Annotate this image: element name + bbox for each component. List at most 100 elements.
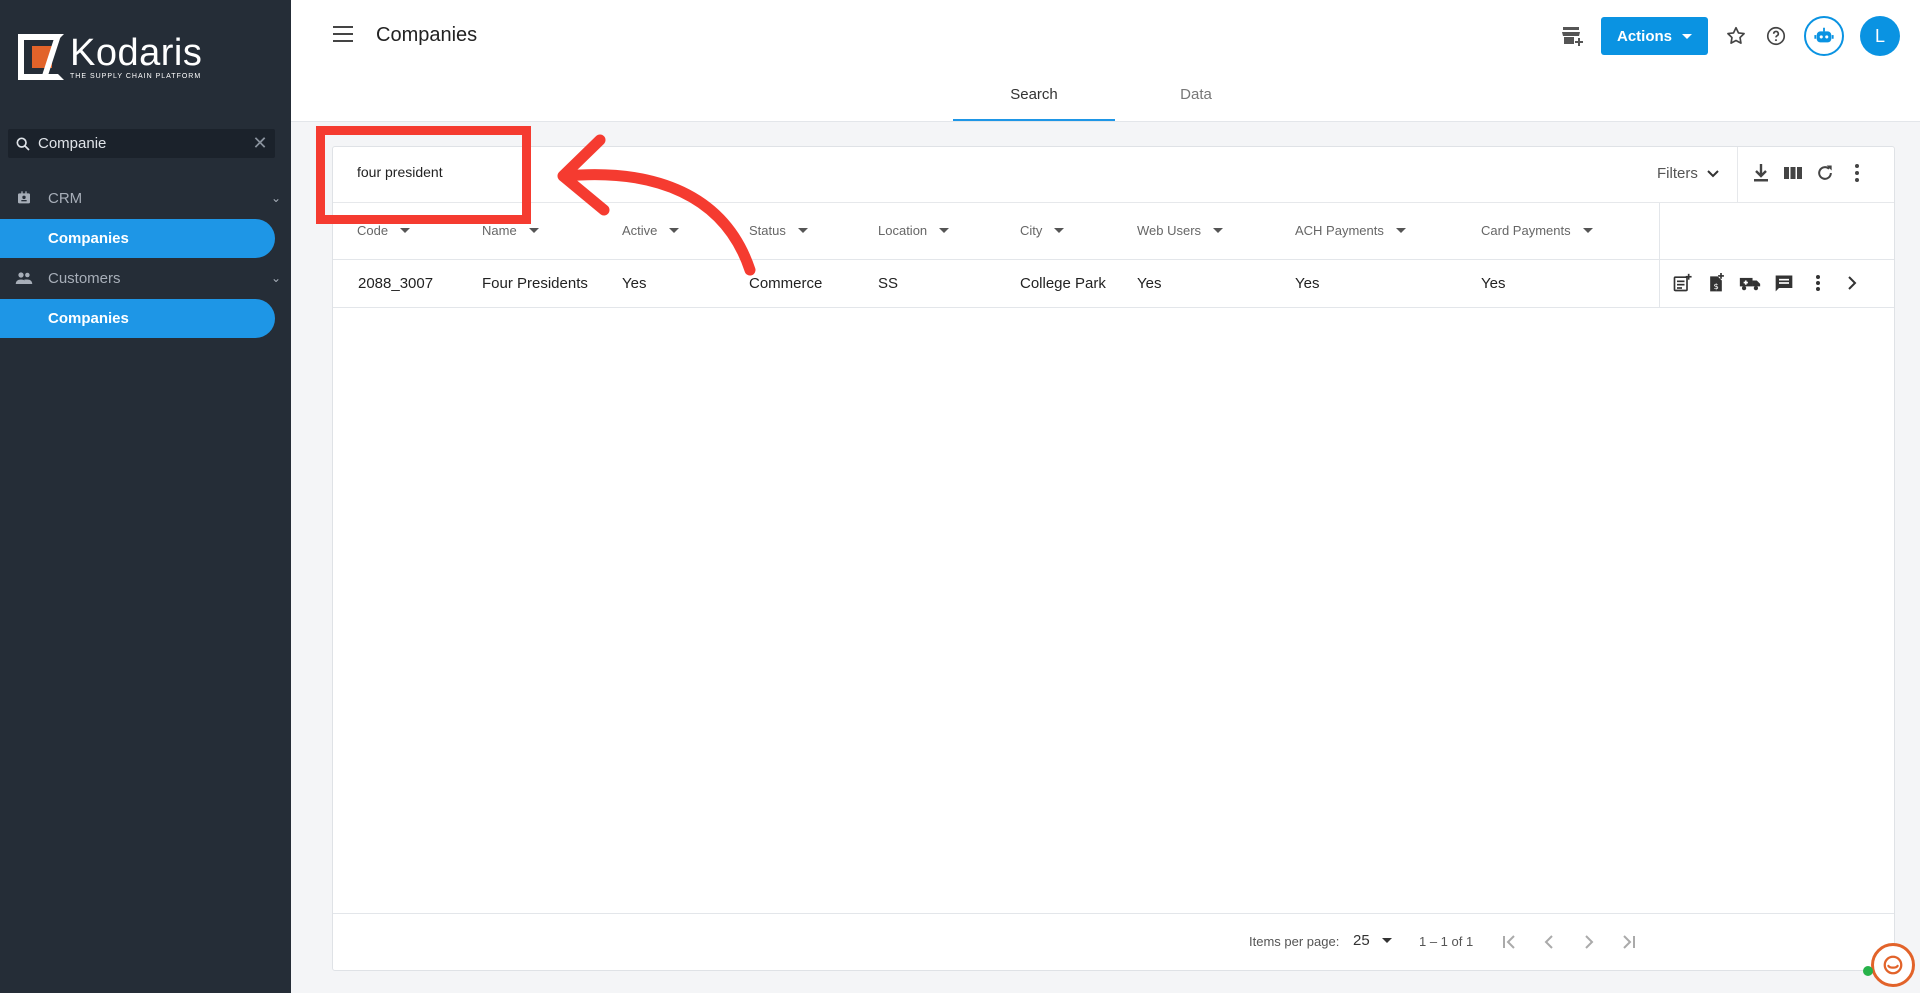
chat-support-icon[interactable] [1871, 943, 1915, 987]
sort-caret-icon [939, 228, 950, 233]
items-per-page-select[interactable]: 25 [1353, 932, 1392, 949]
comment-icon[interactable] [1773, 272, 1795, 294]
clear-search-icon[interactable]: ✕ [245, 133, 275, 154]
column-header-code[interactable]: Code [357, 223, 411, 238]
sort-caret-icon [797, 228, 808, 233]
help-icon[interactable] [1764, 24, 1788, 48]
column-label: Code [357, 223, 389, 238]
column-label: Status [749, 223, 786, 238]
chevron-down-icon: ⌄ [270, 271, 282, 285]
top-bar: Companies Actions L [291, 0, 1920, 72]
column-header-web-users[interactable]: Web Users [1137, 223, 1224, 238]
column-label: Card Payments [1481, 223, 1571, 238]
chevron-right-icon[interactable] [1841, 272, 1863, 294]
last-page-icon[interactable] [1617, 930, 1641, 954]
shipping-truck-icon[interactable] [1739, 272, 1761, 294]
billing-document-icon[interactable]: $ [1705, 272, 1727, 294]
sidebar-group-label: CRM [48, 189, 83, 207]
cell-location: SS [878, 275, 899, 292]
hamburger-menu-icon[interactable] [333, 26, 353, 42]
items-per-page-label: Items per page: [1249, 934, 1340, 949]
people-icon [0, 270, 48, 286]
tab-search[interactable]: Search [953, 72, 1115, 121]
caret-down-icon [1682, 33, 1692, 39]
search-row: Filters [333, 147, 1894, 203]
logo-tagline: THE SUPPLY CHAIN PLATFORM [70, 72, 202, 80]
sidebar-group-label: Customers [48, 269, 121, 287]
refresh-icon[interactable] [1815, 163, 1835, 183]
kodaris-logo[interactable]: Kodaris THE SUPPLY CHAIN PLATFORM [18, 34, 202, 80]
column-header-card-payments[interactable]: Card Payments [1481, 223, 1593, 238]
sidebar-group-crm[interactable]: CRM ⌄ [0, 180, 291, 216]
sort-caret-icon [1054, 228, 1065, 233]
sidebar-group-customers[interactable]: Customers ⌄ [0, 260, 291, 296]
table-row[interactable]: 2088_3007 Four Presidents Yes Commerce S… [333, 260, 1894, 308]
logo-name: Kodaris [70, 31, 203, 74]
cell-web-users: Yes [1137, 275, 1162, 292]
contact-card-icon [0, 190, 48, 206]
toolbar-divider [1737, 147, 1738, 203]
add-note-icon[interactable] [1671, 272, 1693, 294]
sort-caret-icon [528, 228, 539, 233]
assistant-bot-icon[interactable] [1804, 16, 1844, 56]
pagination-range: 1 – 1 of 1 [1419, 934, 1474, 949]
first-page-icon[interactable] [1497, 930, 1521, 954]
column-header-location[interactable]: Location [878, 223, 950, 238]
sidebar-item-label: Companies [48, 230, 129, 247]
sort-caret-icon [1582, 228, 1593, 233]
column-label: Web Users [1137, 223, 1202, 238]
sidebar: Kodaris THE SUPPLY CHAIN PLATFORM ✕ CRM … [0, 0, 291, 993]
cell-city: College Park [1020, 275, 1106, 292]
star-icon[interactable] [1724, 24, 1748, 48]
column-header-ach-payments[interactable]: ACH Payments [1295, 223, 1406, 238]
chevron-down-icon: ⌄ [270, 191, 282, 205]
cell-name: Four Presidents [482, 275, 588, 292]
sidebar-item-label: Companies [48, 310, 129, 327]
sort-caret-icon [669, 228, 680, 233]
cell-active: Yes [622, 275, 647, 292]
page-title: Companies [376, 24, 478, 46]
filters-button[interactable]: Filters [1657, 165, 1720, 182]
column-header-name[interactable]: Name [482, 223, 539, 238]
column-label: Location [878, 223, 928, 238]
chevron-down-icon [1707, 169, 1719, 177]
column-label: City [1020, 223, 1043, 238]
search-icon [8, 136, 38, 152]
sort-caret-icon [1395, 228, 1406, 233]
cell-status: Commerce [749, 275, 823, 292]
actions-button[interactable]: Actions [1600, 17, 1708, 55]
filters-label: Filters [1657, 165, 1698, 182]
download-icon[interactable] [1751, 163, 1771, 183]
view-tabs: Search Data [291, 72, 1920, 122]
sort-caret-icon [400, 228, 411, 233]
tab-data[interactable]: Data [1115, 72, 1277, 121]
column-header-city[interactable]: City [1020, 223, 1065, 238]
actions-button-label: Actions [1616, 27, 1672, 45]
next-page-icon[interactable] [1577, 930, 1601, 954]
cell-ach-payments: Yes [1295, 275, 1320, 292]
companies-table-card: Filters Code Name Active Status Location… [332, 146, 1895, 971]
column-label: ACH Payments [1295, 223, 1384, 238]
items-per-page-value: 25 [1353, 932, 1370, 949]
user-avatar[interactable]: L [1860, 16, 1900, 56]
highlight-box-annotation [316, 126, 531, 224]
column-label: Name [482, 223, 517, 238]
column-header-active[interactable]: Active [622, 223, 680, 238]
sidebar-item-customers-companies[interactable]: Companies [0, 299, 275, 338]
column-header-status[interactable]: Status [749, 223, 808, 238]
previous-page-icon[interactable] [1537, 930, 1561, 954]
sidebar-search: ✕ [8, 129, 275, 158]
more-vert-icon[interactable] [1847, 163, 1867, 183]
table-footer: Items per page: 25 1 – 1 of 1 [333, 913, 1894, 970]
sidebar-search-input[interactable] [38, 135, 245, 152]
sidebar-item-crm-companies[interactable]: Companies [0, 219, 275, 258]
svg-text:$: $ [1714, 281, 1719, 291]
add-store-icon[interactable] [1561, 24, 1585, 48]
logo-mark [18, 34, 71, 80]
online-status-dot [1863, 966, 1873, 976]
cell-card-payments: Yes [1481, 275, 1506, 292]
sort-caret-icon [1213, 228, 1224, 233]
cell-code: 2088_3007 [358, 275, 434, 292]
row-more-vert-icon[interactable] [1807, 272, 1829, 294]
columns-icon[interactable] [1783, 163, 1803, 183]
